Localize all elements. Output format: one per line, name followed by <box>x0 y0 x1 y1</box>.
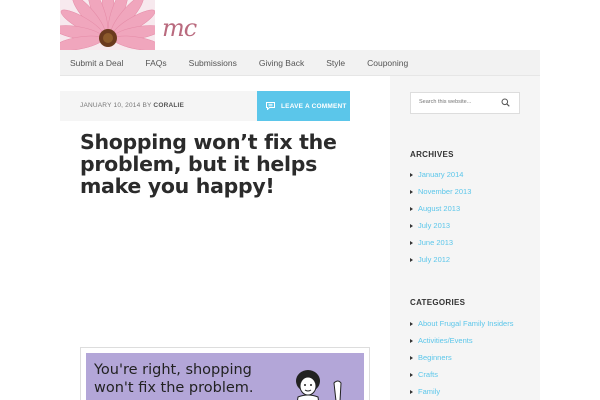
archive-link[interactable]: November 2013 <box>418 187 471 196</box>
category-item[interactable]: Activities/Events <box>410 332 513 349</box>
nav-item-submit-a-deal[interactable]: Submit a Deal <box>70 58 123 68</box>
archive-link[interactable]: July 2013 <box>418 221 450 230</box>
post-date: JANUARY 10, 2014 <box>80 102 141 109</box>
category-link[interactable]: Family <box>418 387 440 396</box>
nav-item-submissions[interactable]: Submissions <box>189 58 237 68</box>
archives-title: ARCHIVES <box>410 150 454 159</box>
bullet-icon <box>410 372 413 377</box>
bullet-icon <box>410 240 413 245</box>
site-logo-text[interactable]: mc <box>162 14 197 42</box>
archives-list: January 2014 November 2013 August 2013 J… <box>410 166 471 268</box>
archive-link[interactable]: January 2014 <box>418 170 463 179</box>
archive-item[interactable]: July 2013 <box>410 217 471 234</box>
leave-comment-label: LEAVE A COMMENT <box>281 102 347 110</box>
post-author[interactable]: CORALIE <box>153 102 184 109</box>
nav-item-faqs[interactable]: FAQs <box>145 58 166 68</box>
archive-item[interactable]: June 2013 <box>410 234 471 251</box>
categories-title: CATEGORIES <box>410 298 466 307</box>
bullet-icon <box>410 338 413 343</box>
bullet-icon <box>410 223 413 228</box>
search-icon[interactable] <box>501 98 510 107</box>
ecard-caption-line-1: You're right, shopping <box>94 362 252 378</box>
category-link[interactable]: Activities/Events <box>418 336 473 345</box>
bullet-icon <box>410 206 413 211</box>
category-link[interactable]: Beginners <box>418 353 452 362</box>
bullet-icon <box>410 257 413 262</box>
logo-flower-image[interactable] <box>60 0 155 50</box>
ecard-caption: You're right, shopping won't fix the pro… <box>94 361 254 397</box>
bullet-icon <box>410 189 413 194</box>
ecard-image: You're right, shopping won't fix the pro… <box>86 353 364 400</box>
archive-link[interactable]: August 2013 <box>418 204 460 213</box>
nav-item-style[interactable]: Style <box>326 58 345 68</box>
archive-item[interactable]: January 2014 <box>410 166 471 183</box>
post-meta: JANUARY 10, 2014 BY CORALIE <box>80 102 184 109</box>
post-title[interactable]: Shopping won’t fix the problem, but it h… <box>80 131 380 197</box>
bullet-icon <box>410 355 413 360</box>
search-input[interactable] <box>419 99 499 105</box>
category-link[interactable]: Crafts <box>418 370 438 379</box>
category-item[interactable]: About Frugal Family Insiders <box>410 315 513 332</box>
bullet-icon <box>410 321 413 326</box>
daisy-icon <box>60 0 155 50</box>
retro-woman-illustration <box>296 370 342 400</box>
ecard-caption-line-2: won't fix the problem. <box>94 380 254 396</box>
category-link[interactable]: About Frugal Family Insiders <box>418 319 513 328</box>
leave-comment-button[interactable]: LEAVE A COMMENT <box>257 91 350 121</box>
categories-list: About Frugal Family Insiders Activities/… <box>410 315 513 400</box>
comment-icon <box>266 102 275 110</box>
category-item[interactable]: Crafts <box>410 366 513 383</box>
category-item[interactable]: Beginners <box>410 349 513 366</box>
bullet-icon <box>410 172 413 177</box>
site-header: mc <box>60 0 540 50</box>
archive-link[interactable]: June 2013 <box>418 238 453 247</box>
post-by: BY <box>142 102 152 109</box>
nav-item-couponing[interactable]: Couponing <box>367 58 408 68</box>
search-box <box>410 92 520 114</box>
archive-item[interactable]: July 2012 <box>410 251 471 268</box>
archive-item[interactable]: August 2013 <box>410 200 471 217</box>
post-image[interactable]: You're right, shopping won't fix the pro… <box>80 347 370 400</box>
category-item[interactable]: Family <box>410 383 513 400</box>
archive-item[interactable]: November 2013 <box>410 183 471 200</box>
nav-item-giving-back[interactable]: Giving Back <box>259 58 304 68</box>
main-nav: Submit a Deal FAQs Submissions Giving Ba… <box>60 50 540 76</box>
bullet-icon <box>410 389 413 394</box>
archive-link[interactable]: July 2012 <box>418 255 450 264</box>
